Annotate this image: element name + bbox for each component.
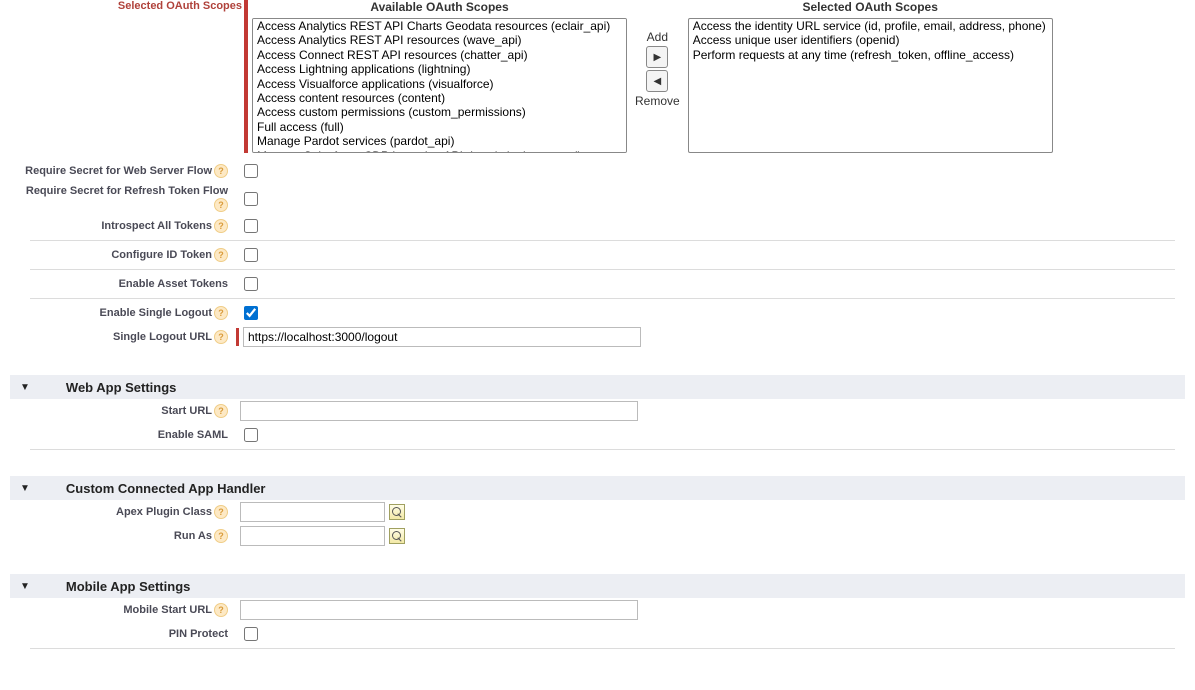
collapse-icon: ▼: [20, 581, 30, 592]
mobile-settings-header[interactable]: ▼ Mobile App Settings: [10, 574, 1185, 598]
apex-class-input[interactable]: [240, 502, 385, 522]
lookup-icon[interactable]: [389, 504, 405, 520]
available-scopes-list[interactable]: Access Analytics REST API Charts Geodata…: [252, 18, 627, 153]
introspect-all-checkbox[interactable]: [244, 219, 258, 233]
enable-slo-checkbox[interactable]: [244, 306, 258, 320]
enable-slo-label: Enable Single Logout: [100, 307, 212, 319]
required-indicator: [244, 0, 248, 153]
scope-option[interactable]: Manage Pardot services (pardot_api): [253, 134, 626, 148]
require-secret-web-checkbox[interactable]: [244, 164, 258, 178]
custom-handler-header[interactable]: ▼ Custom Connected App Handler: [10, 476, 1185, 500]
scope-option[interactable]: Perform requests at any time (refresh_to…: [689, 48, 1052, 62]
help-icon[interactable]: ?: [214, 198, 228, 212]
slo-url-input[interactable]: [243, 327, 641, 347]
scope-option[interactable]: Access unique user identifiers (openid): [689, 33, 1052, 47]
run-as-input[interactable]: [240, 526, 385, 546]
collapse-icon: ▼: [20, 483, 30, 494]
selected-scopes-title: Selected OAuth Scopes: [803, 0, 938, 14]
enable-saml-checkbox[interactable]: [244, 428, 258, 442]
configure-id-token-label: Configure ID Token: [111, 249, 212, 261]
scope-option[interactable]: Access Analytics REST API Charts Geodata…: [253, 19, 626, 33]
help-icon[interactable]: ?: [214, 219, 228, 233]
pin-protect-checkbox[interactable]: [244, 627, 258, 641]
enable-saml-label: Enable SAML: [158, 429, 228, 441]
mobile-settings-title: Mobile App Settings: [66, 579, 190, 594]
help-icon[interactable]: ?: [214, 330, 228, 344]
enable-asset-checkbox[interactable]: [244, 277, 258, 291]
scope-option[interactable]: Access content resources (content): [253, 91, 626, 105]
lookup-icon[interactable]: [389, 528, 405, 544]
scope-option[interactable]: Access Connect REST API resources (chatt…: [253, 48, 626, 62]
selected-oauth-scopes-label: Selected OAuth Scopes: [30, 0, 242, 12]
web-app-settings-header[interactable]: ▼ Web App Settings: [10, 375, 1185, 399]
web-app-settings-title: Web App Settings: [66, 380, 177, 395]
custom-handler-title: Custom Connected App Handler: [66, 481, 266, 496]
add-button[interactable]: ▶: [646, 46, 668, 68]
require-secret-refresh-label: Require Secret for Refresh Token Flow: [26, 185, 228, 197]
require-secret-refresh-checkbox[interactable]: [244, 192, 258, 206]
scope-option[interactable]: Access Visualforce applications (visualf…: [253, 77, 626, 91]
help-icon[interactable]: ?: [214, 603, 228, 617]
remove-button[interactable]: ◀: [646, 70, 668, 92]
scope-option[interactable]: Access custom permissions (custom_permis…: [253, 105, 626, 119]
available-scopes-title: Available OAuth Scopes: [370, 0, 508, 14]
help-icon[interactable]: ?: [214, 505, 228, 519]
run-as-label: Run As: [174, 530, 212, 542]
add-label: Add: [647, 30, 668, 44]
selected-scopes-list[interactable]: Access the identity URL service (id, pro…: [688, 18, 1053, 153]
remove-label: Remove: [635, 94, 680, 108]
collapse-icon: ▼: [20, 382, 30, 393]
apex-class-label: Apex Plugin Class: [116, 506, 212, 518]
required-indicator: [236, 328, 239, 346]
mobile-start-url-label: Mobile Start URL: [123, 604, 212, 616]
scope-option[interactable]: Full access (full): [253, 120, 626, 134]
help-icon[interactable]: ?: [214, 306, 228, 320]
help-icon[interactable]: ?: [214, 164, 228, 178]
scope-option[interactable]: Access Analytics REST API resources (wav…: [253, 33, 626, 47]
introspect-all-label: Introspect All Tokens: [101, 220, 212, 232]
scope-option[interactable]: Manage Salesforce CDP Ingestion API data…: [253, 149, 626, 153]
scope-option[interactable]: Access the identity URL service (id, pro…: [689, 19, 1052, 33]
mobile-start-url-input[interactable]: [240, 600, 638, 620]
enable-asset-label: Enable Asset Tokens: [119, 278, 228, 290]
help-icon[interactable]: ?: [214, 529, 228, 543]
slo-url-label: Single Logout URL: [113, 331, 212, 343]
scope-option[interactable]: Access Lightning applications (lightning…: [253, 62, 626, 76]
pin-protect-label: PIN Protect: [169, 628, 228, 640]
configure-id-token-checkbox[interactable]: [244, 248, 258, 262]
start-url-label: Start URL: [161, 405, 212, 417]
start-url-input[interactable]: [240, 401, 638, 421]
help-icon[interactable]: ?: [214, 404, 228, 418]
require-secret-web-label: Require Secret for Web Server Flow: [25, 165, 212, 177]
help-icon[interactable]: ?: [214, 248, 228, 262]
